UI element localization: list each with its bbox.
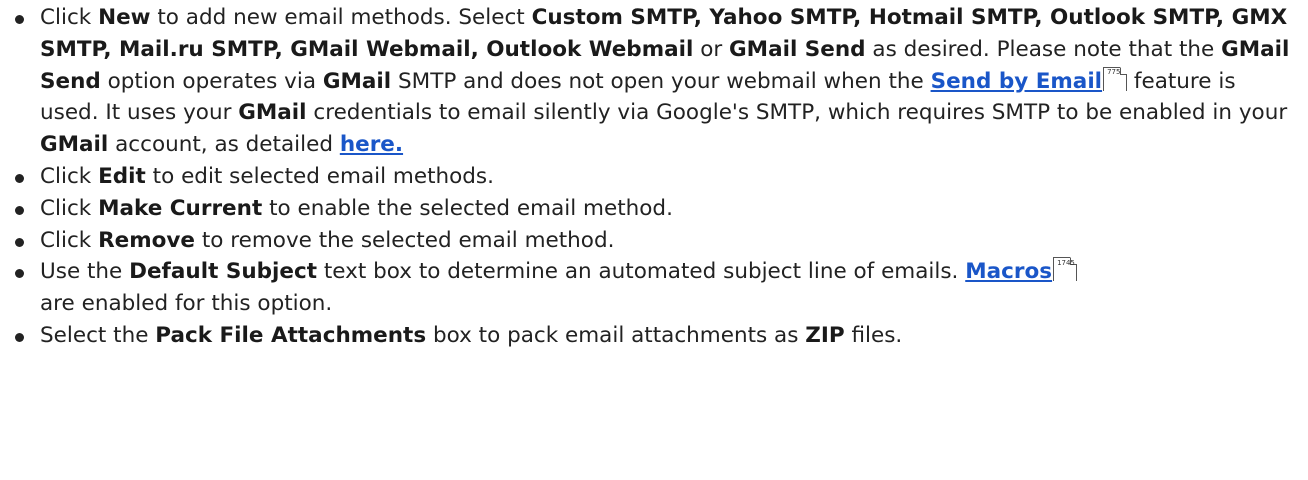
text: text box to determine an automated subje… — [317, 259, 966, 285]
bold-term: New — [98, 5, 151, 30]
text: Click — [40, 195, 99, 221]
bold-term: ZIP — [805, 322, 845, 348]
bold-term: Make Current — [98, 195, 263, 221]
text: Use the — [40, 259, 130, 285]
text: or — [693, 36, 730, 62]
page-reference-number: 775 — [1107, 67, 1121, 76]
text: account, as detailed — [108, 132, 340, 158]
bold-term: GMail Send — [729, 36, 866, 62]
list-item: Click Make Current to enable the selecte… — [15, 193, 1300, 225]
list-item: Use the Default Subject text box to dete… — [15, 256, 1300, 320]
page-reference-icon[interactable]: 775 — [1103, 66, 1129, 91]
page-reference-number: 1745 — [1057, 258, 1075, 267]
text: are enabled for this option. — [40, 291, 333, 317]
text: Click — [40, 227, 99, 253]
bold-term: Edit — [98, 163, 146, 189]
text: files. — [844, 322, 903, 348]
bullet-dot-icon — [15, 205, 24, 215]
text: credentials to email silently via Google… — [306, 100, 1288, 126]
bullet-dot-icon — [15, 269, 24, 279]
bullet-dot-icon — [15, 237, 24, 247]
here-link[interactable]: here. — [340, 132, 403, 157]
text: to edit selected email methods. — [145, 163, 494, 189]
text: box to pack email attachments as — [426, 322, 806, 348]
bold-term: Pack File Attachments — [155, 322, 427, 348]
list-item: Click New to add new email methods. Sele… — [15, 2, 1300, 161]
bullet-dot-icon — [15, 15, 24, 24]
text: SMTP and does not open your webmail when… — [391, 68, 931, 94]
text: Select the — [40, 322, 156, 348]
list-item: Click Remove to remove the selected emai… — [15, 225, 1300, 257]
bold-term: GMail — [40, 132, 109, 158]
bold-term: GMail — [238, 100, 307, 126]
page-reference-icon[interactable]: 1745 — [1053, 257, 1079, 282]
bullet-dot-icon — [15, 332, 24, 342]
text: to add new email methods. Select — [150, 5, 532, 30]
text: to enable the selected email method. — [262, 195, 673, 221]
send-by-email-link[interactable]: Send by Email — [931, 69, 1102, 94]
bullet-list: Click New to add new email methods. Sele… — [15, 2, 1300, 352]
list-item: Select the Pack File Attachments box to … — [15, 320, 1300, 352]
text: Click — [40, 5, 99, 30]
macros-link[interactable]: Macros — [965, 259, 1052, 284]
text: Click — [40, 163, 99, 189]
text: option operates via — [100, 68, 323, 94]
bold-term: Remove — [98, 227, 195, 253]
bold-term: GMail — [322, 68, 392, 94]
text: as desired. Please note that the — [865, 36, 1222, 62]
bullet-dot-icon — [15, 173, 24, 183]
list-item: Click Edit to edit selected email method… — [15, 161, 1300, 193]
text: to remove the selected email method. — [195, 227, 615, 253]
bold-term: Default Subject — [129, 259, 318, 285]
